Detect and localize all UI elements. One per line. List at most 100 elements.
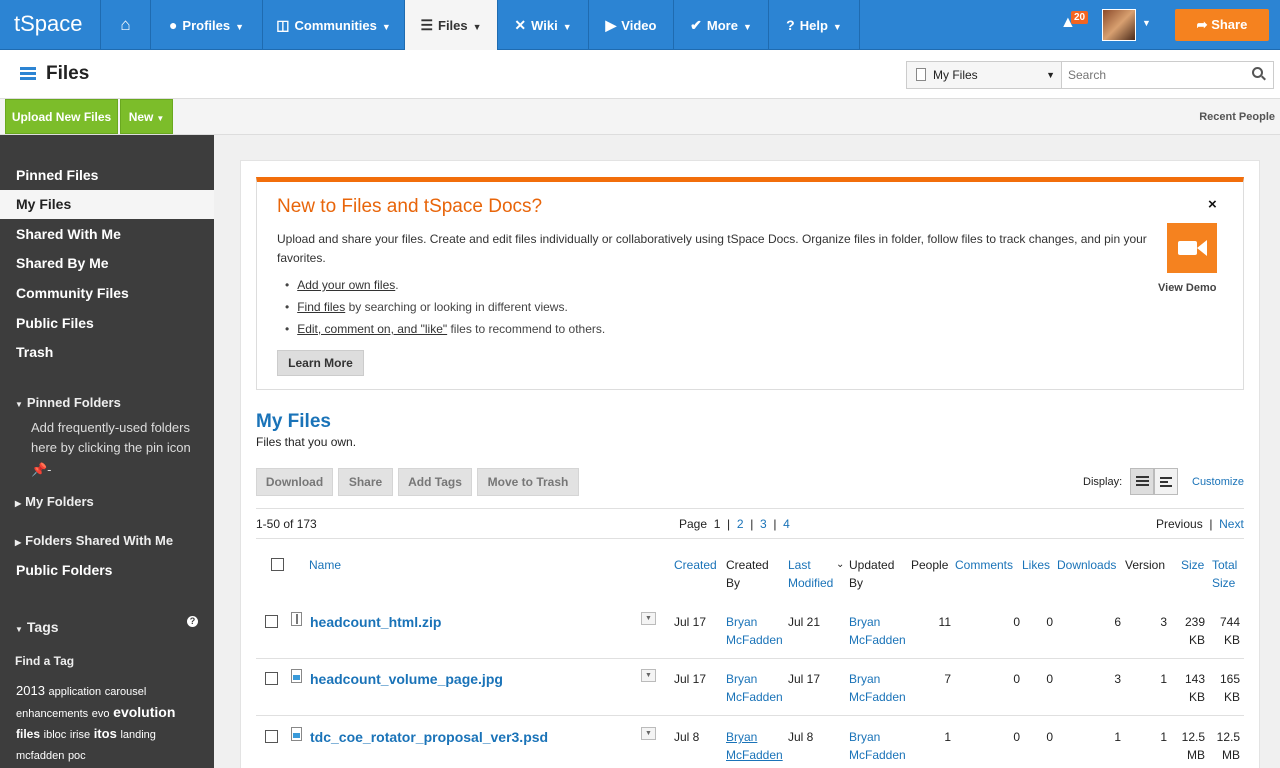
row-checkbox[interactable] <box>265 730 278 743</box>
previous-link[interactable]: Previous <box>1156 517 1203 531</box>
tag-link[interactable]: carousel <box>105 686 147 698</box>
tag-link[interactable]: irise <box>70 729 90 741</box>
sidebar-item-public-folders[interactable]: Public Folders <box>0 556 214 585</box>
sidebar-item-public-files[interactable]: Public Files <box>0 309 214 338</box>
user-avatar[interactable] <box>1102 9 1136 41</box>
nav-wiki[interactable]: ✕ Wiki ▼ <box>497 0 588 50</box>
search-input[interactable] <box>1062 61 1274 89</box>
find-a-tag-link[interactable]: Find a Tag <box>15 654 74 668</box>
file-name-link[interactable]: tdc_coe_rotator_proposal_ver3.psd <box>310 729 548 745</box>
help-icon[interactable]: ? <box>187 616 198 627</box>
page-link[interactable]: 2 <box>737 517 744 531</box>
sidebar-item-trash[interactable]: Trash <box>0 338 214 367</box>
new-button-label: New <box>128 110 154 124</box>
tag-link[interactable]: 2013 <box>16 683 45 698</box>
download-button[interactable]: Download <box>256 468 333 496</box>
nav-profiles[interactable]: ● Profiles ▼ <box>150 0 262 50</box>
tag-cloud: 2013 application carousel enhancements e… <box>16 681 206 766</box>
nav-files[interactable]: ☰ Files ▼ <box>404 0 497 51</box>
next-link[interactable]: Next <box>1219 517 1244 531</box>
share-button[interactable]: ➦ Share <box>1175 9 1269 41</box>
updated-by-link[interactable]: Bryan McFadden <box>849 613 906 649</box>
nav-files-label: Files <box>438 18 468 33</box>
search-scope-select[interactable]: My Files ▼ <box>906 61 1062 89</box>
notification-badge[interactable]: 20 <box>1071 11 1089 24</box>
pinned-folders-hint-text: Add frequently-used folders here by clic… <box>31 420 191 455</box>
column-header-name[interactable]: Name <box>309 556 341 574</box>
column-header-downloads[interactable]: Downloads <box>1057 556 1116 574</box>
learn-more-button[interactable]: Learn More <box>277 350 364 376</box>
tag-link[interactable]: files <box>16 727 40 741</box>
summary-view-icon[interactable] <box>1154 468 1178 495</box>
tag-link[interactable]: ibloc <box>44 729 67 741</box>
column-header-comments[interactable]: Comments <box>955 556 1013 574</box>
search-icon[interactable] <box>1252 67 1263 78</box>
chevron-down-icon[interactable]: ▼ <box>1142 18 1151 28</box>
tag-link[interactable]: application <box>49 686 102 698</box>
tag-link[interactable]: poc <box>68 750 86 762</box>
pinned-folders-toggle[interactable]: ▼ Pinned Folders <box>15 395 121 410</box>
updated-by-line1: Updated <box>849 558 895 572</box>
updated-by-line2: By <box>849 576 864 590</box>
column-header-size[interactable]: Size <box>1181 556 1204 574</box>
created-by-link[interactable]: Bryan McFadden <box>726 728 783 764</box>
divider <box>256 508 1244 509</box>
tag-link[interactable]: landing <box>120 729 155 741</box>
upload-new-files-button[interactable]: Upload New Files <box>5 99 118 134</box>
updated-by-link[interactable]: Bryan McFadden <box>849 670 906 706</box>
brand-logo[interactable]: tSpace <box>0 0 100 50</box>
column-header-likes[interactable]: Likes <box>1022 556 1050 574</box>
column-header-created[interactable]: Created <box>674 556 717 574</box>
add-files-link[interactable]: Add your own files <box>297 278 395 292</box>
select-all-checkbox[interactable] <box>271 558 284 571</box>
file-actions-menu-icon[interactable]: ▼ <box>641 612 656 625</box>
file-actions-menu-icon[interactable]: ▼ <box>641 669 656 682</box>
share-files-button[interactable]: Share <box>338 468 393 496</box>
result-range: 1-50 of 173 <box>256 517 317 531</box>
tag-link[interactable]: enhancements <box>16 708 88 720</box>
created-by-line2: By <box>726 576 741 590</box>
column-header-total-size[interactable]: Total Size <box>1212 556 1237 592</box>
add-tags-button[interactable]: Add Tags <box>398 468 472 496</box>
nav-communities[interactable]: ◫ Communities ▼ <box>262 0 404 50</box>
created-by-link[interactable]: Bryan McFadden <box>726 670 783 706</box>
file-actions-menu-icon[interactable]: ▼ <box>641 727 656 740</box>
folders-shared-toggle[interactable]: ▶ Folders Shared With Me <box>15 533 173 548</box>
sidebar-item-my-files[interactable]: My Files <box>0 190 214 219</box>
new-button[interactable]: New ▼ <box>120 99 173 134</box>
tags-toggle[interactable]: ▼ Tags <box>15 619 59 635</box>
find-files-link[interactable]: Find files <box>297 300 345 314</box>
file-name-link[interactable]: headcount_volume_page.jpg <box>310 671 503 687</box>
recent-people-link[interactable]: Recent People <box>1199 111 1275 123</box>
column-header-last-modified[interactable]: Last Modified <box>788 556 833 592</box>
view-demo-link[interactable]: View Demo <box>1158 282 1217 294</box>
created-by-link[interactable]: Bryan McFadden <box>726 613 783 649</box>
nav-more[interactable]: ✔ More ▼ <box>673 0 768 50</box>
move-to-trash-button[interactable]: Move to Trash <box>477 468 579 496</box>
page-link[interactable]: 3 <box>760 517 767 531</box>
page-link[interactable]: 4 <box>783 517 790 531</box>
customize-link[interactable]: Customize <box>1192 476 1244 488</box>
edit-comment-link[interactable]: Edit, comment on, and "like" <box>297 322 447 336</box>
list-view-icon[interactable] <box>1130 468 1154 495</box>
nav-help[interactable]: ? Help ▼ <box>768 0 860 50</box>
tag-link[interactable]: evo <box>92 708 110 720</box>
video-camera-icon[interactable] <box>1167 223 1217 273</box>
tag-link[interactable]: evolution <box>113 704 175 720</box>
sidebar-item-shared-by-me[interactable]: Shared By Me <box>0 249 214 278</box>
row-checkbox[interactable] <box>265 615 278 628</box>
updated-by-link[interactable]: Bryan McFadden <box>849 728 906 764</box>
sidebar-item-pinned-files[interactable]: Pinned Files <box>0 161 214 190</box>
tag-link[interactable]: mcfadden <box>16 750 64 762</box>
file-name-link[interactable]: headcount_html.zip <box>310 614 441 630</box>
chevron-down-icon: ▼ <box>235 22 245 32</box>
row-checkbox[interactable] <box>265 672 278 685</box>
sidebar-item-community-files[interactable]: Community Files <box>0 279 214 308</box>
nav-home[interactable]: ⌂ <box>100 0 150 50</box>
sidebar-item-shared-with-me[interactable]: Shared With Me <box>0 220 214 249</box>
close-icon[interactable]: × <box>1208 196 1217 213</box>
nav-video[interactable]: ▶ Video <box>588 0 673 50</box>
tag-link[interactable]: itos <box>94 726 117 741</box>
my-folders-toggle[interactable]: ▶ My Folders <box>15 494 94 509</box>
page-title: Files <box>46 63 90 84</box>
